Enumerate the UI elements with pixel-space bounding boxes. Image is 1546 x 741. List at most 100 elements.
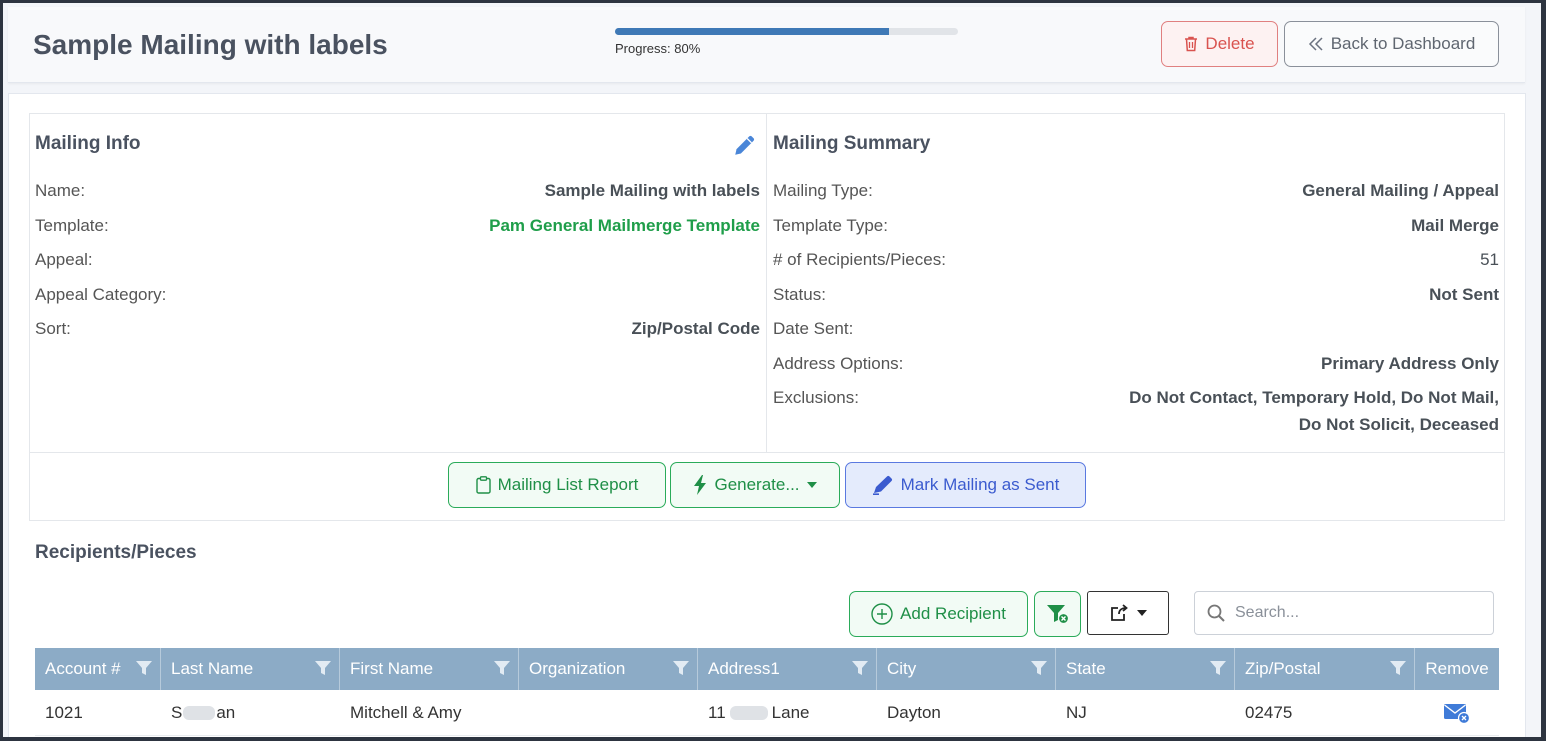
table-row[interactable]: 1021 S an Mitchell & Amy 11 Lane Dayton … (35, 690, 1499, 736)
mailing-info-title: Mailing Info (35, 133, 141, 154)
info-appeal-label: Appeal: (35, 250, 93, 269)
summary-exclusions-value-line2: Do Not Solicit, Deceased (1298, 415, 1499, 434)
info-template-label: Template: (35, 216, 109, 235)
caret-down-icon (806, 482, 817, 488)
info-name-label: Name: (35, 181, 86, 200)
info-sort-label: Sort: (35, 319, 71, 338)
export-icon (1110, 604, 1128, 621)
cell-remove (1415, 690, 1499, 735)
add-recipient-label: Add Recipient (900, 604, 1006, 623)
column-label: Address1 (708, 659, 780, 678)
generate-label: Generate... (714, 475, 800, 494)
summary-status-label: Status: (773, 285, 826, 304)
column-header-account[interactable]: Account # (35, 648, 161, 690)
summary-address-options-label: Address Options: (773, 354, 904, 373)
column-label: Zip/Postal (1245, 659, 1321, 678)
filter-icon[interactable] (1030, 659, 1048, 677)
filter-icon[interactable] (314, 659, 332, 677)
delete-button[interactable]: Delete (1161, 21, 1278, 67)
column-header-organization[interactable]: Organization (519, 648, 698, 690)
redacted-blur (183, 705, 216, 720)
info-template-link[interactable]: Pam General Mailmerge Template (489, 216, 760, 236)
back-to-dashboard-button[interactable]: Back to Dashboard (1284, 21, 1499, 67)
app-window: Sample Mailing with labels Progress: 80%… (3, 3, 1541, 737)
recipients-table: Account # Last Name First Name Organizat… (35, 648, 1499, 736)
info-sort-value: Zip/Postal Code (631, 319, 760, 338)
column-header-zip[interactable]: Zip/Postal (1235, 648, 1415, 690)
table-header: Account # Last Name First Name Organizat… (35, 648, 1499, 690)
summary-template-type-label: Template Type: (773, 216, 888, 235)
last-name-start: S (171, 702, 183, 722)
generate-dropdown-button[interactable]: Generate... (670, 462, 840, 508)
column-label: First Name (350, 659, 434, 678)
cell-first-name: Mitchell & Amy (350, 702, 462, 722)
summary-status-value: Not Sent (1429, 285, 1499, 304)
filter-icon[interactable] (1389, 659, 1407, 677)
trash-icon (1185, 36, 1198, 52)
cell-address1: 11 Lane (698, 690, 877, 735)
info-appeal-category-label: Appeal Category: (35, 285, 167, 304)
search-box[interactable] (1194, 591, 1494, 635)
delete-label: Delete (1205, 34, 1255, 53)
caret-down-icon (1136, 610, 1147, 616)
cell-city: Dayton (887, 702, 941, 722)
redacted-blur (729, 705, 768, 720)
summary-address-options-value: Primary Address Only (1321, 354, 1499, 373)
divider (766, 114, 767, 452)
last-name-end: an (216, 702, 236, 722)
filter-icon[interactable] (851, 659, 869, 677)
summary-recipients-label: # of Recipients/Pieces: (773, 250, 946, 269)
table-body: 1021 S an Mitchell & Amy 11 Lane Dayton … (35, 690, 1499, 736)
search-input[interactable] (1235, 604, 1475, 622)
summary-recipients-value: 51 (1480, 250, 1499, 269)
mailing-list-report-label: Mailing List Report (497, 475, 639, 494)
add-recipient-button[interactable]: Add Recipient (849, 591, 1028, 637)
pencil-icon[interactable] (732, 132, 758, 158)
summary-template-type-value: Mail Merge (1411, 216, 1499, 235)
column-header-state[interactable]: State (1056, 648, 1235, 690)
cell-last-name: S an (161, 690, 340, 735)
progress-bar (615, 28, 958, 35)
cell-zip: 02475 (1245, 702, 1293, 722)
column-header-remove: Remove (1415, 648, 1499, 690)
back-label: Back to Dashboard (1330, 34, 1476, 53)
mailing-list-report-button[interactable]: Mailing List Report (448, 462, 666, 508)
main-panel: Mailing Info Name: Sample Mailing with l… (8, 93, 1526, 737)
filter-icon[interactable] (135, 659, 153, 677)
column-label: City (887, 659, 917, 678)
progress-fill (615, 28, 890, 35)
recipients-title: Recipients/Pieces (35, 542, 197, 563)
filter-icon[interactable] (672, 659, 690, 677)
info-name-value: Sample Mailing with labels (544, 181, 760, 200)
column-label: Account # (45, 659, 121, 678)
info-box: Mailing Info Name: Sample Mailing with l… (29, 113, 1505, 453)
clipboard-icon (475, 476, 491, 494)
cell-organization (519, 690, 698, 735)
mark-mailing-sent-button[interactable]: Mark Mailing as Sent (845, 462, 1086, 508)
page-header: Sample Mailing with labels Progress: 80%… (8, 7, 1525, 83)
column-header-address1[interactable]: Address1 (698, 648, 877, 690)
column-header-first-name[interactable]: First Name (340, 648, 519, 690)
mark-sent-label: Mark Mailing as Sent (900, 475, 1060, 494)
remove-envelope-icon[interactable] (1443, 701, 1471, 725)
actions-bar: Mailing List Report Generate... Mark Mai… (29, 451, 1505, 521)
filter-clear-icon (1046, 605, 1069, 625)
filter-icon[interactable] (493, 659, 511, 677)
filter-icon[interactable] (1209, 659, 1227, 677)
address-start: 11 (708, 702, 726, 722)
summary-exclusions-value: Do Not Contact, Temporary Hold, Do Not M… (1129, 388, 1499, 407)
summary-date-sent-label: Date Sent: (773, 319, 854, 338)
page-title: Sample Mailing with labels (33, 29, 388, 60)
column-header-city[interactable]: City (877, 648, 1056, 690)
clear-filter-button[interactable] (1034, 591, 1081, 637)
export-dropdown-button[interactable] (1087, 591, 1169, 635)
summary-type-value: General Mailing / Appeal (1302, 181, 1499, 200)
column-label: Remove (1425, 659, 1489, 678)
address-end: Lane (771, 702, 810, 722)
column-header-last-name[interactable]: Last Name (161, 648, 340, 690)
column-label: State (1066, 659, 1106, 678)
cell-account: 1021 (45, 702, 83, 722)
plus-circle-icon (871, 603, 893, 625)
lightning-icon (694, 475, 707, 495)
progress-text: Progress: 80% (615, 41, 701, 56)
